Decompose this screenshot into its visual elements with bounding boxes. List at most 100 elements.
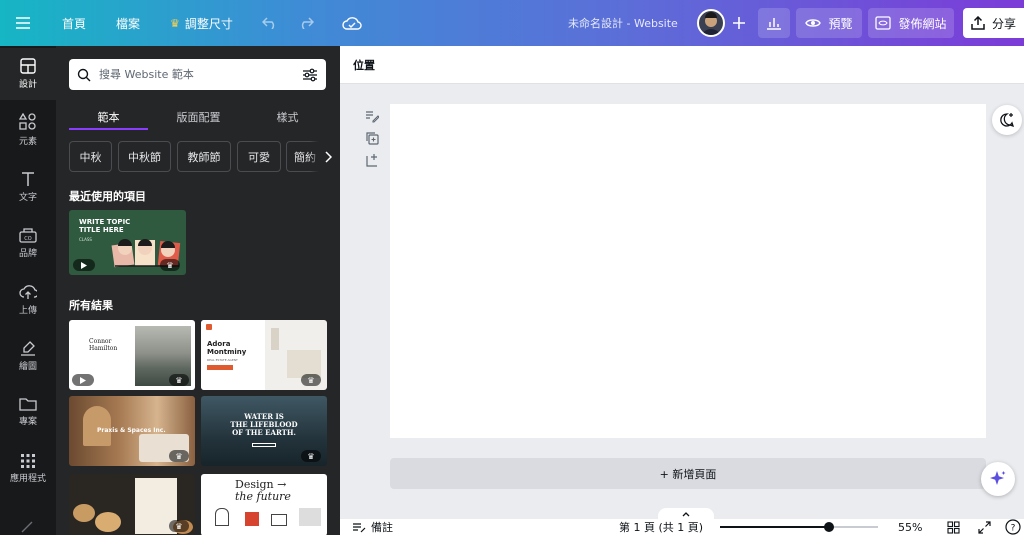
insights-button[interactable]	[758, 8, 790, 38]
rail-item-apps[interactable]: 應用程式	[0, 443, 56, 495]
folder-icon	[19, 398, 37, 411]
rail-item-design[interactable]: 設計	[0, 48, 56, 100]
thumb-chair	[245, 512, 259, 526]
zoom-level[interactable]: 55%	[898, 519, 922, 535]
upload-icon	[19, 285, 37, 299]
crown-icon: ♛	[175, 451, 183, 461]
chip-cute[interactable]: 可愛	[237, 141, 281, 172]
editor-canvas-area: 位置 + 新增頁面 備註 第 1 頁 (共 1 頁) 55% ?	[340, 46, 1024, 535]
rail-item-projects[interactable]: 專案	[0, 386, 56, 438]
recent-template-thumb[interactable]: WRITE TOPIC TITLE HERE CLASS ♛	[69, 210, 186, 275]
add-comment-button[interactable]	[992, 105, 1022, 135]
add-collaborator-button[interactable]	[727, 9, 751, 37]
help-icon: ?	[1005, 519, 1021, 535]
rail-item-draw[interactable]: 繪圖	[0, 330, 56, 382]
home-button[interactable]: 首頁	[62, 0, 86, 46]
template-thumb[interactable]: ♛	[69, 474, 195, 535]
thumb-title-2: TITLE HERE	[79, 226, 124, 234]
preview-button[interactable]: 預覽	[796, 8, 862, 38]
chip-mid-autumn-festival[interactable]: 中秋節	[118, 141, 171, 172]
rail-item-brand[interactable]: CO 品牌	[0, 217, 56, 269]
expand-icon	[978, 520, 991, 534]
avatar[interactable]	[697, 9, 725, 37]
menu-button[interactable]	[16, 0, 30, 46]
rail-item-text[interactable]: 文字	[0, 161, 56, 213]
thumb-text: Montminy	[207, 348, 247, 356]
document-title[interactable]: 未命名設計 - Website	[568, 0, 678, 46]
tab-templates[interactable]: 範本	[69, 104, 148, 130]
publish-website-button[interactable]: 發佈網站	[868, 8, 954, 38]
file-menu[interactable]: 檔案	[116, 0, 140, 46]
thumb-text: Adora	[207, 340, 231, 348]
duplicate-page-button[interactable]	[364, 130, 380, 146]
thumb-lamp	[271, 328, 279, 350]
chips-next-button[interactable]	[310, 141, 332, 172]
undo-button[interactable]	[262, 0, 278, 46]
fullscreen-button[interactable]	[978, 519, 991, 535]
rail-item-elements[interactable]: 元素	[0, 104, 56, 156]
edit-notes-icon	[366, 111, 379, 123]
grid-view-button[interactable]	[947, 519, 960, 535]
shapes-icon	[19, 113, 36, 130]
comment-add-icon	[1000, 113, 1015, 128]
rail-label: 繪圖	[18, 362, 37, 372]
save-status-button[interactable]	[342, 0, 362, 46]
bar-chart-icon	[767, 18, 781, 30]
rail-label: 專案	[18, 417, 37, 427]
template-thumb[interactable]: Design → the future	[201, 474, 327, 535]
design-page[interactable]	[390, 104, 986, 438]
chevron-right-icon	[325, 150, 332, 163]
thumb-title-1: WRITE TOPIC	[79, 218, 131, 226]
zoom-slider[interactable]	[720, 519, 878, 535]
video-badge	[73, 259, 95, 271]
context-toolbar: 位置	[340, 46, 1024, 84]
share-button[interactable]: 分享	[963, 8, 1024, 38]
chip-teachers-day[interactable]: 教師節	[177, 141, 231, 172]
svg-text:?: ?	[1011, 524, 1016, 534]
template-thumb[interactable]: WATER IS THE LIFEBLOOD OF THE EARTH. ♛	[201, 396, 327, 466]
search-input[interactable]	[99, 68, 294, 81]
page-indicator[interactable]: 第 1 頁 (共 1 頁)	[619, 519, 703, 535]
template-thumb[interactable]: Connor Hamilton ♛	[69, 320, 195, 390]
draw-icon	[21, 341, 35, 356]
brand-icon: CO	[19, 228, 37, 243]
rail-item-upload[interactable]: 上傳	[0, 274, 56, 326]
layout-icon	[20, 58, 36, 74]
zoom-handle[interactable]	[824, 522, 834, 532]
crown-icon: ♛	[166, 260, 174, 270]
eye-icon	[805, 19, 822, 27]
add-page-button[interactable]: + 新增頁面	[390, 458, 986, 489]
premium-badge: ♛	[301, 374, 321, 386]
rail-label: 元素	[18, 137, 37, 147]
template-thumb[interactable]: Adora Montminy REAL ESTATE AGENT ♛	[201, 320, 327, 390]
help-button[interactable]: ?	[1005, 519, 1021, 535]
thumb-cta	[252, 443, 276, 447]
thumb-text: the future	[235, 490, 291, 503]
chip-mid-autumn[interactable]: 中秋	[69, 141, 112, 172]
notes-button[interactable]: 備註	[352, 519, 393, 535]
sparkle-icon	[990, 471, 1006, 485]
resize-label: 調整尺寸	[184, 16, 233, 31]
share-label: 分享	[991, 16, 1016, 31]
resize-button[interactable]: ♛ 調整尺寸	[170, 0, 233, 46]
thumb-vase	[83, 406, 111, 446]
thumb-photo	[299, 508, 321, 526]
more-rail-button[interactable]	[20, 518, 36, 534]
page-notes-button[interactable]	[364, 108, 380, 124]
redo-button[interactable]	[298, 0, 314, 46]
chevron-up-icon	[682, 511, 690, 516]
add-page-inline-button[interactable]	[364, 152, 380, 168]
publish-label: 發佈網站	[898, 16, 947, 31]
rail-label: 品牌	[18, 249, 37, 259]
undo-icon	[262, 17, 275, 29]
svg-text:CO: CO	[24, 236, 31, 242]
zoom-track	[720, 522, 878, 532]
position-button[interactable]: 位置	[353, 57, 375, 73]
magic-assistant-button[interactable]	[981, 462, 1015, 496]
tab-layouts[interactable]: 版面配置	[159, 104, 238, 130]
template-thumb[interactable]: Praxis & Spaces Inc. ♛	[69, 396, 195, 466]
tab-styles[interactable]: 樣式	[248, 104, 327, 130]
filter-icon[interactable]	[302, 68, 318, 82]
top-toolbar: 首頁 檔案 ♛ 調整尺寸 未命名設計 - Website 預覽 發佈網站 分享	[0, 0, 1024, 46]
apps-icon	[21, 454, 35, 468]
